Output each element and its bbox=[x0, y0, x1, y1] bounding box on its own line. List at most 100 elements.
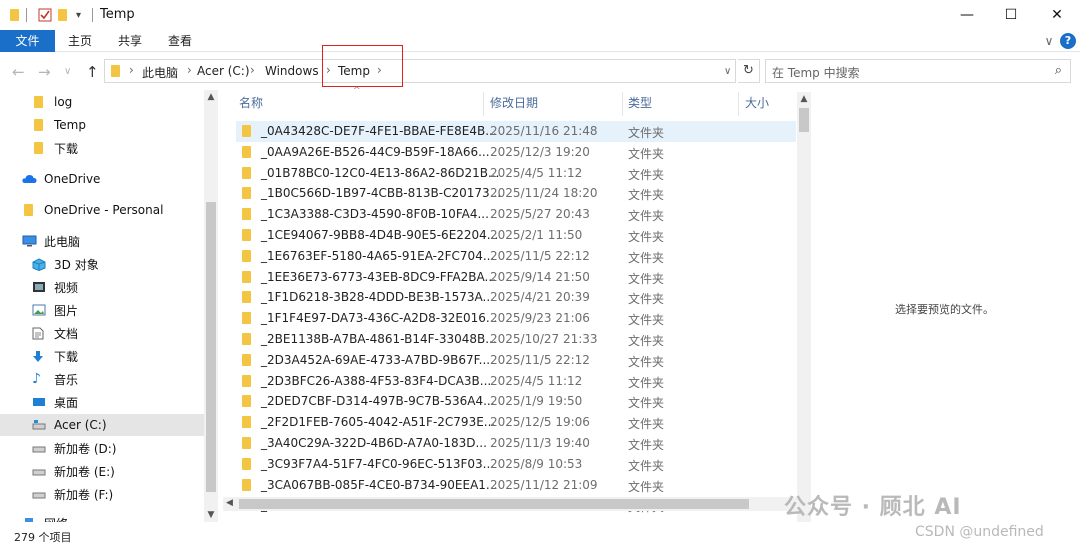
address-dropdown-icon[interactable]: ∨ bbox=[724, 66, 731, 77]
up-icon[interactable]: ↑ bbox=[86, 63, 99, 81]
breadcrumb-windows[interactable]: Windows bbox=[265, 64, 319, 78]
folder-icon bbox=[242, 291, 251, 306]
tab-view[interactable]: 查看 bbox=[162, 30, 198, 52]
nav-item-this-pc[interactable]: 此电脑 bbox=[0, 230, 204, 252]
ribbon-collapse-icon[interactable]: ∨ bbox=[1040, 30, 1058, 52]
properties-icon[interactable] bbox=[38, 7, 52, 23]
file-row[interactable]: _1F1F4E97-DA73-436C-A2D8-32E016... 2025/9… bbox=[236, 308, 796, 329]
file-row[interactable]: _2BE1138B-A7BA-4861-B14F-33048B... 2025/1… bbox=[236, 329, 796, 350]
file-row[interactable]: _3A40C29A-322D-4B6D-A7A0-183D... 2025/11/… bbox=[236, 433, 796, 454]
nav-item-videos[interactable]: 视频 bbox=[0, 276, 204, 298]
column-divider[interactable] bbox=[622, 92, 623, 116]
nav-item-onedrive-personal[interactable]: OneDrive - Personal bbox=[0, 199, 204, 221]
column-header-date[interactable]: 修改日期 bbox=[490, 92, 538, 114]
file-row[interactable]: _2D3BFC26-A388-4F53-83F4-DCA3B... 2025/4/… bbox=[236, 371, 796, 392]
file-row[interactable]: _2DED7CBF-D314-497B-9C7B-536A4... 2025/1/… bbox=[236, 391, 796, 412]
file-date: 2025/11/12 21:09 bbox=[490, 477, 598, 492]
scroll-thumb[interactable] bbox=[206, 202, 216, 492]
divider bbox=[92, 7, 93, 23]
breadcrumb-this-pc[interactable]: 此电脑 bbox=[142, 64, 178, 81]
file-row[interactable]: _2F2D1FEB-7605-4042-A51F-2C793E... 2025/1… bbox=[236, 412, 796, 433]
folder-icon bbox=[242, 416, 251, 431]
column-header-name[interactable]: 名称 bbox=[239, 92, 263, 114]
column-divider[interactable] bbox=[738, 92, 739, 116]
nav-item-log[interactable]: log bbox=[0, 91, 204, 113]
tab-file[interactable]: 文件 bbox=[0, 30, 55, 52]
file-row[interactable]: _01B78BC0-12C0-4E13-86A2-86D21B... 2025/4… bbox=[236, 163, 796, 184]
nav-item-drive-d[interactable]: 新加卷 (D:) bbox=[0, 437, 204, 459]
nav-item-music[interactable]: ♪ 音乐 bbox=[0, 368, 204, 390]
minimize-button[interactable]: — bbox=[944, 0, 990, 30]
refresh-button[interactable]: ↻ bbox=[738, 59, 760, 83]
file-row[interactable]: _3C93F7A4-51F7-4FC0-96EC-513F03... 2025/8… bbox=[236, 454, 796, 475]
nav-item-temp[interactable]: Temp bbox=[0, 114, 204, 136]
nav-item-acer-c[interactable]: Acer (C:) bbox=[0, 414, 204, 436]
scroll-thumb[interactable] bbox=[239, 499, 749, 509]
help-icon[interactable]: ? bbox=[1060, 33, 1076, 49]
folder-icon bbox=[22, 204, 36, 216]
nav-item-label: 音乐 bbox=[54, 372, 79, 387]
file-name: _1B0C566D-1B97-4CBB-813B-C20173... bbox=[261, 186, 502, 201]
nav-item-drive-f[interactable]: 新加卷 (F:) bbox=[0, 483, 204, 505]
file-row[interactable]: _0A43428C-DE7F-4FE1-BBAE-FE8E4B... 2025/1… bbox=[236, 121, 796, 142]
folder-icon bbox=[242, 353, 251, 369]
file-row[interactable]: _1CE94067-9BB8-4D4B-90E5-6E2204... 2025/2… bbox=[236, 225, 796, 246]
file-row[interactable]: _1C3A3388-C3D3-4590-8F0B-10FA4... 2025/5/… bbox=[236, 204, 796, 225]
column-header-type[interactable]: 类型 bbox=[628, 92, 652, 114]
new-folder-icon[interactable] bbox=[58, 7, 67, 23]
file-name: _1EE36E73-6773-43EB-8DC9-FFA2BA... bbox=[261, 269, 496, 284]
scroll-down-icon[interactable]: ▼ bbox=[204, 510, 218, 520]
file-date: 2025/4/5 11:12 bbox=[490, 165, 583, 180]
recent-locations-icon[interactable]: ∨ bbox=[64, 66, 71, 77]
folder-icon bbox=[32, 119, 46, 131]
scroll-left-icon[interactable]: ◀ bbox=[226, 498, 233, 508]
scroll-thumb[interactable] bbox=[799, 108, 809, 132]
file-row[interactable]: _0AA9A26E-B526-44C9-B59F-18A66... 2025/12… bbox=[236, 142, 796, 163]
file-list-scrollbar[interactable]: ▲ bbox=[797, 92, 811, 522]
nav-scrollbar[interactable]: ▲ ▼ bbox=[204, 90, 218, 522]
maximize-button[interactable]: ☐ bbox=[988, 0, 1034, 30]
file-row[interactable]: _2D3A452A-69AE-4733-A7BD-9B67F... 2025/11… bbox=[236, 350, 796, 371]
folder-icon bbox=[242, 333, 251, 348]
nav-item-pictures[interactable]: 图片 bbox=[0, 299, 204, 321]
nav-item-label: 网络 bbox=[44, 515, 68, 523]
file-row[interactable]: _1B0C566D-1B97-4CBB-813B-C20173... 2025/1… bbox=[236, 183, 796, 204]
close-button[interactable]: ✕ bbox=[1034, 0, 1080, 30]
search-input[interactable]: 在 Temp 中搜索 ⌕ bbox=[765, 59, 1071, 83]
navigation-pane: log Temp 下载 OneDrive OneDrive - Personal… bbox=[0, 90, 204, 522]
file-row[interactable]: _1F1D6218-3B28-4DDD-BE3B-1573A... 2025/4/… bbox=[236, 287, 796, 308]
nav-item-desktop[interactable]: 桌面 bbox=[0, 391, 204, 413]
file-row[interactable]: _1EE36E73-6773-43EB-8DC9-FFA2BA... 2025/9… bbox=[236, 267, 796, 288]
file-row[interactable]: _3CA067BB-085F-4CE0-B734-90EEA1... 2025/1… bbox=[236, 475, 796, 496]
scroll-up-icon[interactable]: ▲ bbox=[204, 92, 218, 102]
nav-item-3d-objects[interactable]: 3D 对象 bbox=[0, 253, 204, 275]
file-type: 文件夹 bbox=[628, 209, 665, 224]
breadcrumb-separator: › bbox=[129, 63, 134, 77]
back-icon[interactable]: ← bbox=[12, 63, 25, 81]
nav-item-label: 新加卷 (D:) bbox=[54, 441, 117, 456]
preview-message: 选择要预览的文件。 bbox=[895, 303, 994, 316]
tab-home[interactable]: 主页 bbox=[62, 30, 98, 52]
nav-item-downloads-library[interactable]: 下载 bbox=[0, 345, 204, 367]
nav-item-network[interactable]: 网络 bbox=[0, 512, 204, 522]
file-type: 文件夹 bbox=[628, 146, 665, 161]
nav-item-documents[interactable]: 文档 bbox=[0, 322, 204, 344]
file-name: _2BE1138B-A7BA-4861-B14F-33048B... bbox=[261, 332, 497, 346]
nav-item-onedrive[interactable]: OneDrive bbox=[0, 168, 204, 190]
column-divider[interactable] bbox=[483, 92, 484, 116]
breadcrumb-acer-c[interactable]: Acer (C:) bbox=[197, 64, 250, 78]
nav-item-drive-e[interactable]: 新加卷 (E:) bbox=[0, 460, 204, 482]
forward-icon[interactable]: → bbox=[38, 63, 51, 81]
file-row[interactable]: _1E6763EF-5180-4A65-91EA-2FC704... 2025/1… bbox=[236, 246, 796, 267]
nav-item-label: Temp bbox=[54, 118, 86, 132]
search-icon[interactable]: ⌕ bbox=[1055, 63, 1062, 78]
customize-quick-access-icon[interactable]: ▾ bbox=[76, 7, 81, 23]
column-header-size[interactable]: 大小 bbox=[745, 92, 769, 114]
watermark-wechat: 公众号 · 顾北 AI bbox=[784, 495, 962, 520]
address-bar[interactable]: › 此电脑 › Acer (C:) › Windows › Temp › ∨ bbox=[104, 59, 736, 83]
file-list-hscrollbar[interactable]: ◀ bbox=[223, 497, 797, 511]
tab-share[interactable]: 共享 bbox=[112, 30, 148, 52]
scroll-up-icon[interactable]: ▲ bbox=[797, 94, 811, 104]
nav-item-downloads[interactable]: 下载 bbox=[0, 137, 204, 159]
file-name: _2F2D1FEB-7605-4042-A51F-2C793E... bbox=[261, 415, 496, 430]
